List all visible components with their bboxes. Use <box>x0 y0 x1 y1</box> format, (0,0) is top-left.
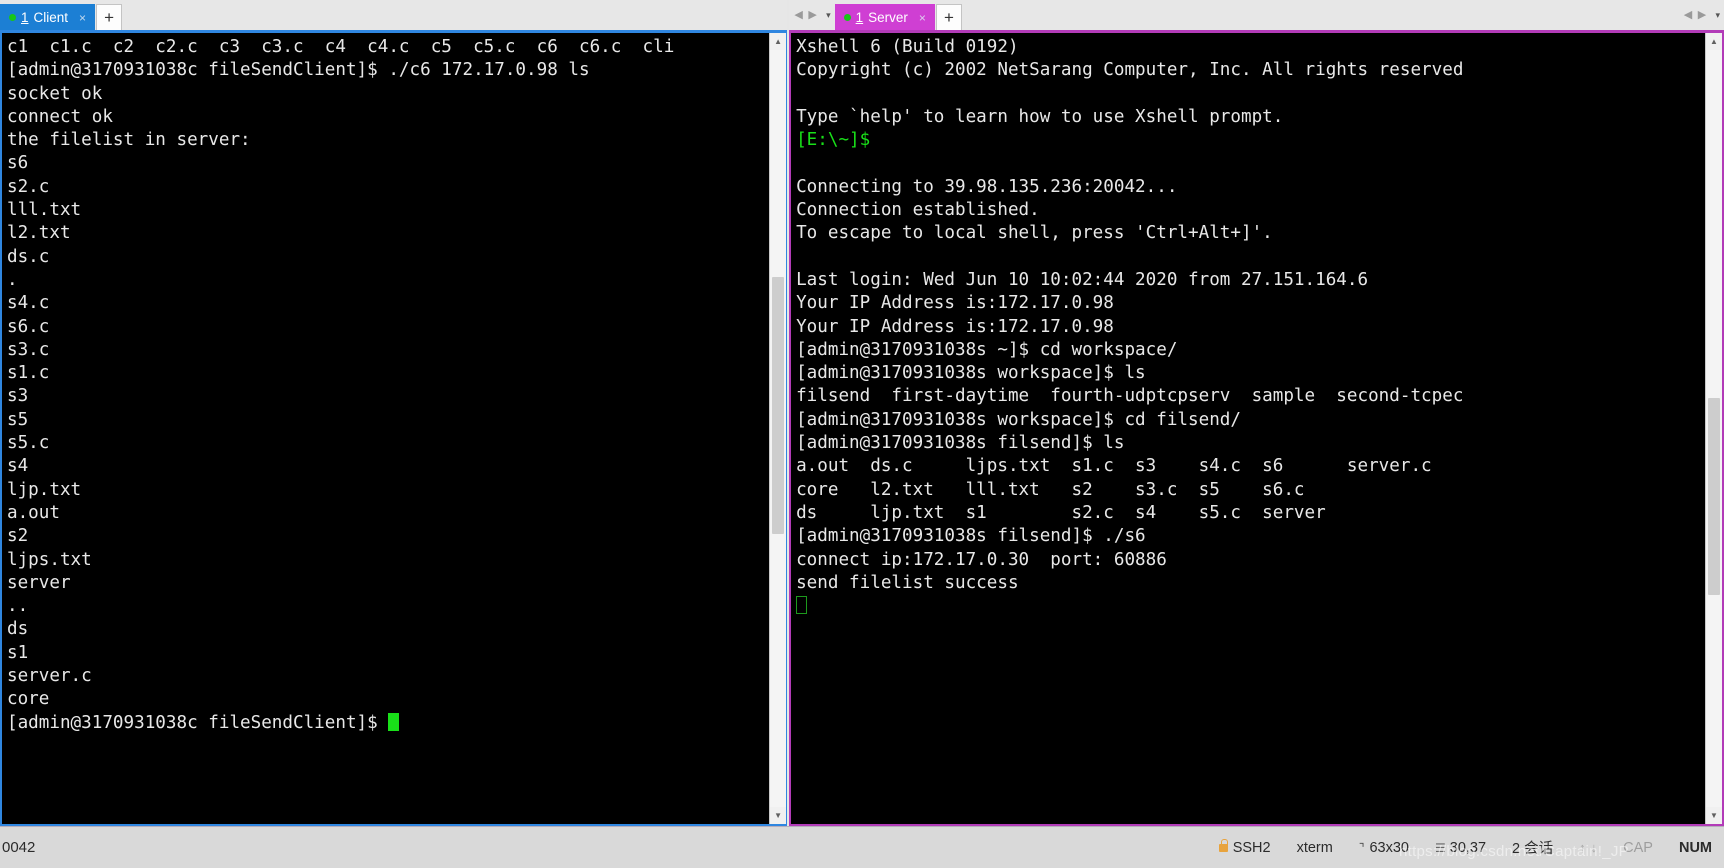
new-tab-button[interactable]: + <box>935 4 962 31</box>
status-size: ⌝ 63x30 <box>1359 840 1409 856</box>
status-num-lock: NUM <box>1678 839 1712 856</box>
close-icon[interactable]: × <box>919 11 926 25</box>
scroll-down-icon[interactable]: ▼ <box>1706 807 1723 824</box>
tab-server[interactable]: 1 Server × <box>834 4 935 31</box>
server-scrollbar[interactable]: ▲ ▼ <box>1705 33 1723 824</box>
right-tabstrip: ◀ ▶ ▾ 1 Server × + ◀ ▶ ▾ <box>789 0 1724 31</box>
client-scrollbar[interactable]: ▲ ▼ <box>769 33 787 824</box>
chevron-left-icon[interactable]: ◀ <box>793 9 804 21</box>
chevron-right-icon[interactable]: ▶ <box>1696 9 1707 21</box>
new-tab-button[interactable]: + <box>96 4 123 31</box>
text-cursor <box>388 712 400 731</box>
status-items: SSH2 xterm ⌝ 63x30 ☰ 30,37 2 会话 ↑ ↓ CAP … <box>1218 837 1724 858</box>
server-scroll-track[interactable] <box>1706 50 1723 807</box>
cursor-position-icon: ☰ <box>1434 840 1446 855</box>
server-session-text: Connecting to 39.98.135.236:20042... Con… <box>796 176 1464 593</box>
status-transfer-arrows: ↑ ↓ <box>1579 840 1597 855</box>
arrow-down-icon: ↓ <box>1590 840 1598 855</box>
tab-client-number: 1 <box>21 10 29 25</box>
chevron-down-icon[interactable]: ▾ <box>826 10 831 21</box>
client-scroll-track[interactable] <box>770 50 787 807</box>
status-port-text: 0042 <box>2 839 36 856</box>
server-banner-text: Xshell 6 (Build 0192) Copyright (c) 2002… <box>796 37 1464 127</box>
server-terminal-output[interactable]: Xshell 6 (Build 0192) Copyright (c) 2002… <box>791 33 1706 824</box>
status-protocol-label: SSH2 <box>1232 839 1271 856</box>
server-local-prompt: [E:\~]$ <box>796 130 871 151</box>
server-pane: ◀ ▶ ▾ 1 Server × + ◀ ▶ ▾ Xshell 6 (Build… <box>789 0 1724 826</box>
status-cursor-label: 30,37 <box>1449 839 1487 856</box>
chevron-down-icon[interactable]: ▾ <box>1715 10 1720 21</box>
client-terminal-text: c1 c1.c c2 c2.c c3 c3.c c4 c4.c c5 c5.c … <box>7 37 675 710</box>
text-cursor <box>796 596 808 615</box>
client-terminal-output[interactable]: c1 c1.c c2 c2.c c3 c3.c c4 c4.c c5 c5.c … <box>2 33 770 824</box>
arrow-up-icon: ↑ <box>1579 840 1586 855</box>
status-protocol: SSH2 <box>1218 838 1271 856</box>
client-scroll-thumb[interactable] <box>772 277 785 535</box>
right-tabstrip-empty <box>962 0 1679 30</box>
status-size-label: 63x30 <box>1369 839 1409 856</box>
chevron-right-icon[interactable]: ▶ <box>807 9 818 21</box>
scroll-up-icon[interactable]: ▲ <box>770 33 787 50</box>
server-scroll-thumb[interactable] <box>1708 398 1721 596</box>
status-terminal-type: xterm <box>1296 839 1333 856</box>
status-caps-lock: CAP <box>1623 839 1653 856</box>
scroll-up-icon[interactable]: ▲ <box>1706 33 1723 50</box>
left-tabstrip-empty <box>122 0 787 30</box>
left-tab-nav-group: ◀ ▶ ▾ <box>789 0 835 30</box>
client-terminal-frame: c1 c1.c c2 c2.c c3 c3.c c4 c4.c c5 c5.c … <box>0 30 788 826</box>
terminal-panes: 1 Client × + c1 c1.c c2 c2.c c3 c3.c c4 … <box>0 0 1724 826</box>
client-prompt: [admin@3170931038c fileSendClient]$ <box>7 712 389 733</box>
tab-client[interactable]: 1 Client × <box>0 4 96 31</box>
close-icon[interactable]: × <box>79 11 86 25</box>
tab-client-label: Client <box>33 10 69 25</box>
session-status-dot-icon <box>843 14 851 21</box>
status-sessions: 2 会话 <box>1512 841 1554 857</box>
left-tabstrip: 1 Client × + <box>0 0 788 31</box>
tab-server-label: Server <box>868 10 908 25</box>
chevron-left-icon[interactable]: ◀ <box>1682 9 1693 21</box>
server-terminal-frame: Xshell 6 (Build 0192) Copyright (c) 2002… <box>789 30 1724 826</box>
status-bar: 0042 SSH2 xterm ⌝ 63x30 ☰ 30,37 2 会话 ↑ ↓… <box>0 826 1724 868</box>
right-tab-nav-group: ◀ ▶ ▾ <box>1678 0 1724 30</box>
xshell-window: 1 Client × + c1 c1.c c2 c2.c c3 c3.c c4 … <box>0 0 1724 868</box>
lock-icon <box>1218 838 1228 852</box>
tab-server-number: 1 <box>855 10 864 25</box>
status-cursor-position: ☰ 30,37 <box>1435 840 1486 856</box>
client-pane: 1 Client × + c1 c1.c c2 c2.c c3 c3.c c4 … <box>0 0 788 826</box>
scroll-down-icon[interactable]: ▼ <box>770 807 787 824</box>
resize-icon: ⌝ <box>1358 840 1365 855</box>
session-status-dot-icon <box>9 14 16 21</box>
